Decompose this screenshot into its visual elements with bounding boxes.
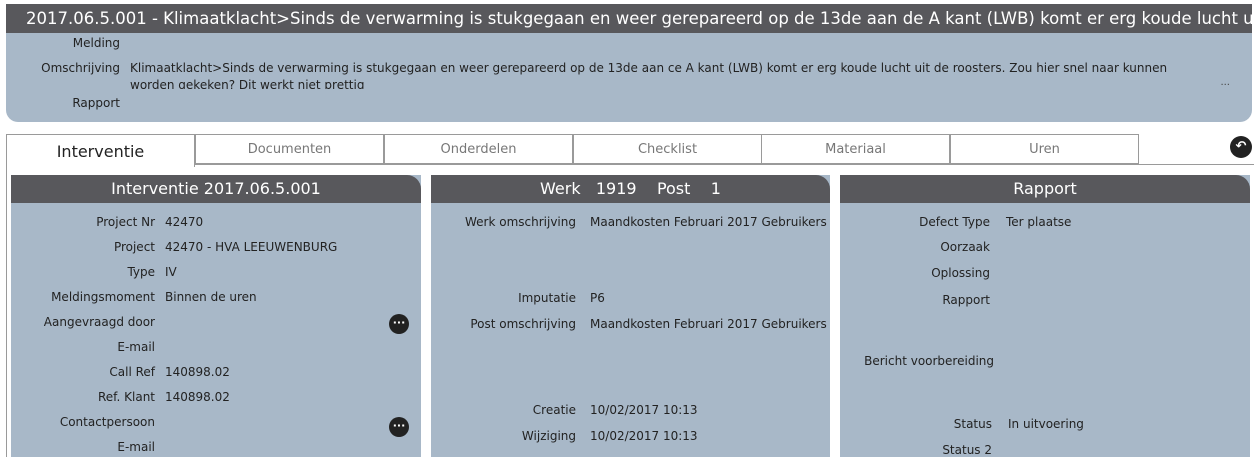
back-arrow-icon[interactable]: ↶ xyxy=(1230,136,1252,158)
interventie-panel-title: Interventie 2017.06.5.001 xyxy=(11,175,421,203)
field-row: Oorzaak xyxy=(840,240,1250,258)
tab-onderdelen[interactable]: Onderdelen xyxy=(384,134,573,164)
interventie-panel: Interventie 2017.06.5.001 Project Nr 424… xyxy=(11,175,421,457)
rapport-field-label: Rapport xyxy=(942,293,990,307)
tab-bar: Interventie Documenten Onderdelen Checkl… xyxy=(6,134,1139,167)
meldingsmoment-value: Binnen de uren xyxy=(165,290,257,304)
work-order-header: 2017.06.5.001 - Klimaatklacht>Sinds de v… xyxy=(6,4,1252,122)
field-row: Bericht voorbereiding xyxy=(840,354,1250,372)
type-value: IV xyxy=(165,265,177,279)
project-label: Project xyxy=(113,240,155,254)
field-row: Post omschrijving Maandkosten Februari 2… xyxy=(431,317,830,335)
tab-documenten[interactable]: Documenten xyxy=(195,134,384,164)
wijziging-value: 10/02/2017 10:13 xyxy=(590,429,698,443)
rapport-panel-title: Rapport xyxy=(840,175,1250,203)
project-value: 42470 - HVA LEEUWENBURG xyxy=(165,240,338,254)
imputatie-label: Imputatie xyxy=(518,291,576,305)
status-label: Status xyxy=(953,417,992,431)
call-ref-value: 140898.02 xyxy=(165,365,230,379)
field-row: Wijziging 10/02/2017 10:13 xyxy=(431,429,830,447)
tab-materiaal[interactable]: Materiaal xyxy=(761,134,950,164)
field-row: Call Ref 140898.02 xyxy=(11,365,421,383)
type-label: Type xyxy=(127,265,155,279)
field-row: Aangevraagd door xyxy=(11,315,421,333)
post-omschrijving-value: Maandkosten Februari 2017 Gebruikers xyxy=(590,317,827,331)
werk-panel-title: Werk 1919 Post 1 xyxy=(431,175,830,203)
contact-email-label: E-mail xyxy=(117,440,155,454)
field-row: Oplossing xyxy=(840,266,1250,284)
oplossing-label: Oplossing xyxy=(931,266,990,280)
field-row: Status In uitvoering xyxy=(840,417,1250,435)
expand-description-ellipsis[interactable]: ... xyxy=(1220,77,1230,88)
project-nr-label: Project Nr xyxy=(96,215,155,229)
werk-omschrijving-label: Werk omschrijving xyxy=(465,215,576,229)
field-row: Rapport xyxy=(840,293,1250,311)
werk-omschrijving-value: Maandkosten Februari 2017 Gebruikers xyxy=(590,215,827,229)
wijziging-label: Wijziging xyxy=(521,429,576,443)
omschrijving-label: Omschrijving xyxy=(41,61,120,75)
rapport-label: Rapport xyxy=(72,96,120,110)
field-row: Creatie 10/02/2017 10:13 xyxy=(431,403,830,421)
field-row: Defect Type Ter plaatse xyxy=(840,215,1250,233)
oorzaak-label: Oorzaak xyxy=(940,240,990,254)
tab-uren[interactable]: Uren xyxy=(950,134,1139,164)
field-row: Werk omschrijving Maandkosten Februari 2… xyxy=(431,215,830,233)
imputatie-value: P6 xyxy=(590,291,605,305)
contactpersoon-more-button[interactable]: ··· xyxy=(389,417,409,437)
tab-checklist[interactable]: Checklist xyxy=(573,134,762,164)
contactpersoon-label: Contactpersoon xyxy=(59,415,155,429)
melding-value xyxy=(130,36,1210,58)
field-row: Imputatie P6 xyxy=(431,291,830,309)
aangevraagd-door-more-button[interactable]: ··· xyxy=(389,314,409,334)
tab-divider xyxy=(195,164,1254,165)
field-row: Ref. Klant 140898.02 xyxy=(11,390,421,408)
rapport-value xyxy=(130,96,1210,118)
melding-label: Melding xyxy=(72,36,120,50)
call-ref-label: Call Ref xyxy=(109,365,155,379)
email-label: E-mail xyxy=(117,340,155,354)
ref-klant-label: Ref. Klant xyxy=(97,390,155,404)
ref-klant-value: 140898.02 xyxy=(165,390,230,404)
page-title: 2017.06.5.001 - Klimaatklacht>Sinds de v… xyxy=(6,4,1252,33)
defect-type-label: Defect Type xyxy=(919,215,990,229)
creatie-label: Creatie xyxy=(532,403,576,417)
aangevraagd-door-label: Aangevraagd door xyxy=(43,315,155,329)
omschrijving-value: Klimaatklacht>Sinds de verwarming is stu… xyxy=(130,61,1168,89)
field-row: Project 42470 - HVA LEEUWENBURG xyxy=(11,240,421,258)
status-value: In uitvoering xyxy=(1008,417,1084,431)
tab-interventie[interactable]: Interventie xyxy=(6,134,195,167)
bericht-voorbereiding-label: Bericht voorbereiding xyxy=(864,354,994,368)
field-row: E-mail xyxy=(11,440,421,458)
defect-type-value: Ter plaatse xyxy=(1006,215,1072,229)
project-nr-value: 42470 xyxy=(165,215,204,229)
creatie-value: 10/02/2017 10:13 xyxy=(590,403,698,417)
field-row: Contactpersoon xyxy=(11,415,421,433)
post-omschrijving-label: Post omschrijving xyxy=(470,317,576,331)
werk-panel: Werk 1919 Post 1 Werk omschrijving Maand… xyxy=(431,175,830,457)
field-row: Status 2 xyxy=(840,443,1250,461)
field-row: Project Nr 42470 xyxy=(11,215,421,233)
rapport-panel: Rapport Defect Type Ter plaatse Oorzaak … xyxy=(840,175,1250,457)
content-left-border xyxy=(6,164,7,457)
field-row: Type IV xyxy=(11,265,421,283)
status2-label: Status 2 xyxy=(942,443,992,457)
meldingsmoment-label: Meldingsmoment xyxy=(51,290,155,304)
field-row: E-mail xyxy=(11,340,421,358)
field-row: Meldingsmoment Binnen de uren xyxy=(11,290,421,308)
